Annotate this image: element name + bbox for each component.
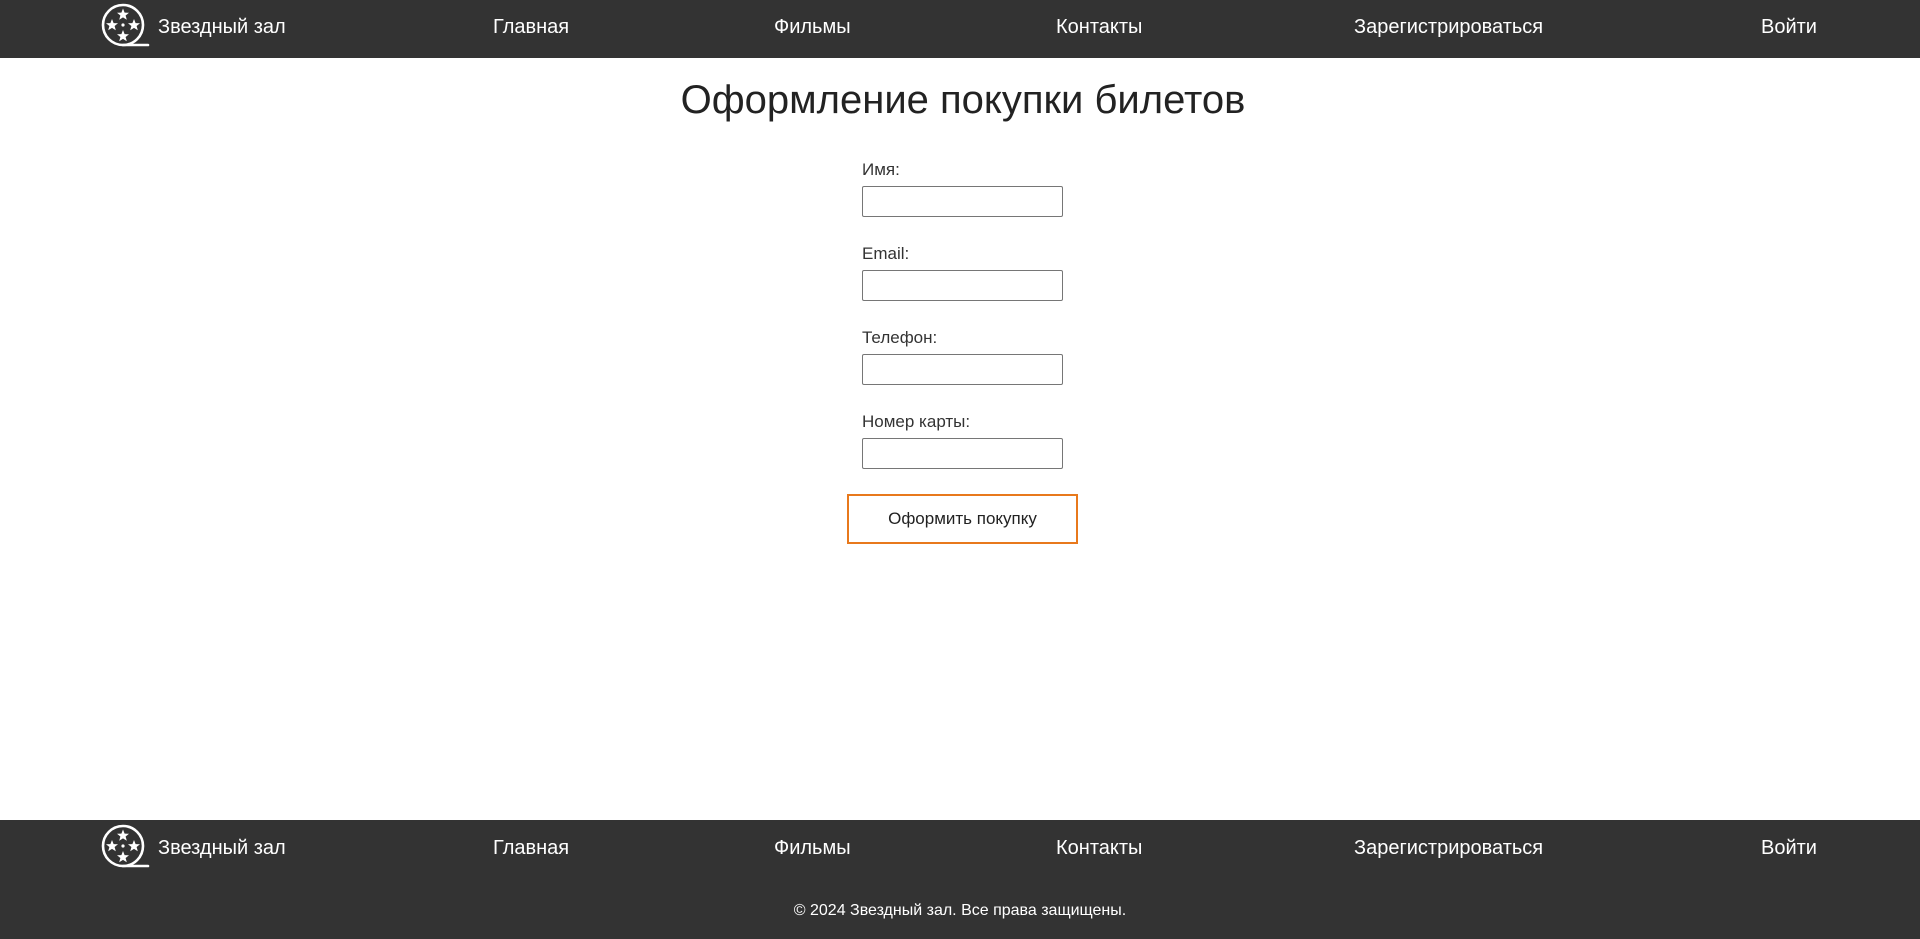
footer-nav-contacts[interactable]: Контакты (1056, 820, 1142, 876)
footer-nav-login[interactable]: Войти (1761, 820, 1817, 876)
name-field-group: Имя: (862, 160, 1162, 217)
film-reel-stars-icon (101, 3, 150, 47)
footer-brand-name: Звездный зал (158, 837, 286, 859)
email-label: Email: (862, 244, 910, 263)
footer-nav-films[interactable]: Фильмы (774, 820, 851, 876)
header-brand-name: Звездный зал (158, 16, 286, 38)
header-brand-link[interactable]: Звездный зал (100, 2, 286, 52)
header-nav-home[interactable]: Главная (493, 0, 569, 54)
phone-field-group: Телефон: (862, 328, 1162, 385)
footer-nav: Звездный зал Главная Фильмы Контакты Зар… (0, 820, 1920, 878)
name-label: Имя: (862, 160, 900, 179)
footer-nav-home[interactable]: Главная (493, 820, 569, 876)
ticket-purchase-form: Имя: Email: Телефон: Номер карты: (862, 160, 1162, 496)
phone-label: Телефон: (862, 328, 938, 347)
site-footer: Звездный зал Главная Фильмы Контакты Зар… (0, 820, 1920, 939)
copyright-text: © 2024 Звездный зал. Все права защищены. (793, 902, 1127, 919)
email-field-group: Email: (862, 244, 1162, 301)
page-title: Оформление покупки билетов (680, 78, 1246, 122)
purchase-submit-button[interactable]: Оформить покупку (847, 494, 1078, 544)
card-field-group: Номер карты: (862, 412, 1162, 469)
email-input[interactable] (862, 270, 1063, 301)
header-nav-login[interactable]: Войти (1761, 0, 1817, 54)
header-nav-films[interactable]: Фильмы (774, 0, 851, 54)
phone-input[interactable] (862, 354, 1063, 385)
footer-brand-link[interactable]: Звездный зал (100, 823, 286, 873)
footer-nav-register[interactable]: Зарегистрироваться (1354, 820, 1543, 876)
card-number-input[interactable] (862, 438, 1063, 469)
site-header: Звездный зал Главная Фильмы Контакты Зар… (0, 0, 1920, 58)
header-nav: Звездный зал Главная Фильмы Контакты Зар… (0, 0, 1920, 58)
film-reel-stars-icon (101, 824, 150, 868)
header-nav-register[interactable]: Зарегистрироваться (1354, 0, 1543, 54)
header-nav-contacts[interactable]: Контакты (1056, 0, 1142, 54)
name-input[interactable] (862, 186, 1063, 217)
card-number-label: Номер карты: (862, 412, 971, 431)
